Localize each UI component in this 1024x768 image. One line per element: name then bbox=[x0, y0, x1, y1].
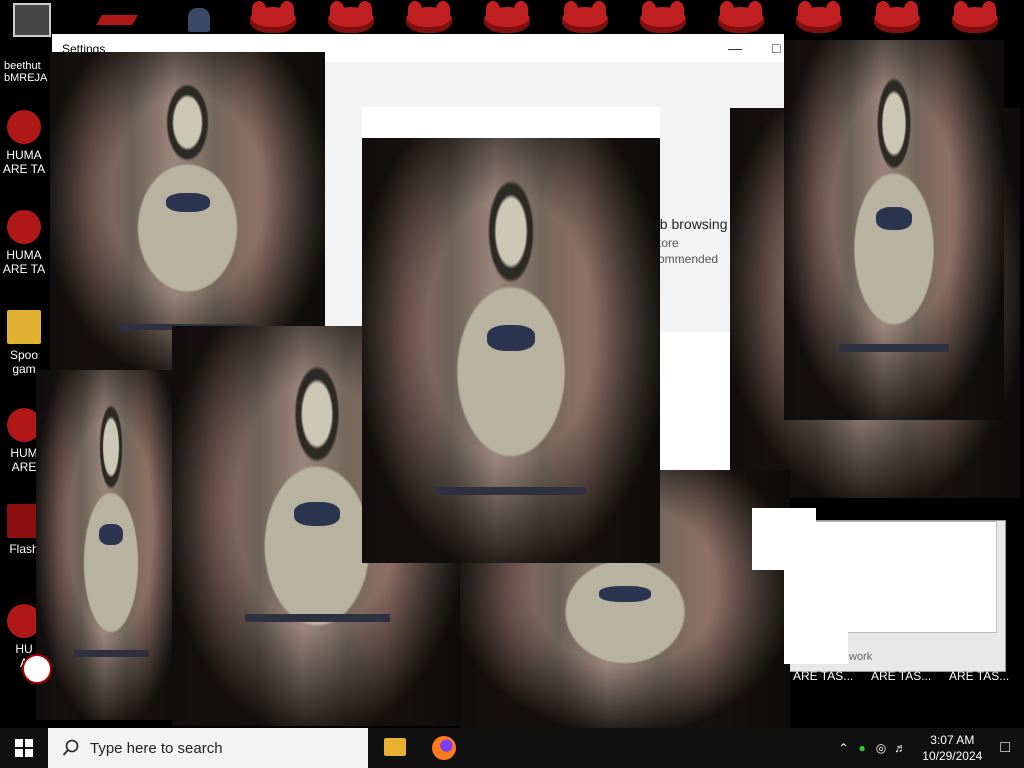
red-head-icon[interactable] bbox=[248, 1, 298, 34]
clock[interactable]: 3:07 AM 10/29/2024 bbox=[922, 732, 982, 764]
blank-window[interactable] bbox=[752, 508, 816, 570]
doll-image bbox=[36, 370, 186, 720]
speaker-icon[interactable]: ♬ bbox=[894, 741, 906, 755]
desktop-label: beethut bMREJA bbox=[4, 60, 48, 84]
file-explorer-icon[interactable] bbox=[384, 738, 406, 756]
windows-icon bbox=[15, 739, 33, 757]
desktop-icon-label[interactable]: ARE TAS... bbox=[793, 669, 853, 683]
maximize-button[interactable]: □ bbox=[772, 40, 780, 56]
app-icon[interactable] bbox=[12, 3, 52, 37]
arrow-icon bbox=[96, 15, 138, 25]
red-arrow-icon[interactable] bbox=[92, 6, 142, 34]
red-head-icon[interactable] bbox=[326, 1, 376, 34]
desktop-icon-label[interactable]: ARE TAS... bbox=[871, 669, 931, 683]
desktop-icon-human[interactable]: HUMA ARE TA bbox=[0, 210, 48, 276]
globe-icon[interactable]: ◎ bbox=[876, 741, 886, 755]
blank-window[interactable] bbox=[784, 570, 848, 664]
desktop-icon-label[interactable]: ARE TAS... bbox=[949, 669, 1009, 683]
red-head-icon bbox=[7, 110, 41, 144]
taskbar: Type here to search ⌃ ● ◎ ♬ 3:07 AM 10/2… bbox=[0, 728, 1024, 768]
doll-image bbox=[50, 52, 325, 372]
doll-image bbox=[362, 138, 660, 563]
firefox-icon[interactable] bbox=[432, 736, 456, 760]
doll-image bbox=[784, 40, 1004, 420]
red-head-icon[interactable] bbox=[950, 1, 1000, 34]
figure-icon bbox=[188, 8, 210, 32]
eye-icon[interactable] bbox=[22, 654, 52, 684]
desktop-icon-label: HUMA ARE TA bbox=[2, 148, 46, 176]
search-icon bbox=[62, 739, 79, 756]
search-box[interactable]: Type here to search bbox=[48, 728, 368, 768]
red-head-icon[interactable] bbox=[638, 1, 688, 34]
clock-date: 10/29/2024 bbox=[922, 749, 983, 763]
notification-icon[interactable]: □ bbox=[1000, 739, 1010, 757]
chevron-up-icon[interactable]: ⌃ bbox=[838, 741, 848, 755]
desktop-icon-spooky-game[interactable]: Spoo gam bbox=[0, 310, 48, 376]
red-head-icon bbox=[7, 210, 41, 244]
red-head-icon[interactable] bbox=[482, 1, 532, 34]
search-placeholder: Type here to search bbox=[90, 739, 223, 757]
red-head-icon[interactable] bbox=[560, 1, 610, 34]
window-app-icon bbox=[13, 3, 51, 37]
network-label: work bbox=[849, 651, 873, 663]
red-head-icon[interactable] bbox=[716, 1, 766, 34]
desktop-icon-human[interactable]: HUMA ARE TA bbox=[0, 110, 48, 176]
system-tray: ⌃ ● ◎ ♬ 3:07 AM 10/29/2024 □ bbox=[838, 728, 1024, 768]
app-tray-icon[interactable]: ● bbox=[859, 741, 866, 755]
red-head-icon[interactable] bbox=[872, 1, 922, 34]
red-head-icon[interactable] bbox=[794, 1, 844, 34]
clock-time: 3:07 AM bbox=[930, 733, 975, 747]
minimize-button[interactable]: — bbox=[728, 40, 742, 56]
desktop-icon-label: HUMA ARE TA bbox=[2, 248, 46, 276]
settings-line-3: commended bbox=[652, 252, 719, 266]
start-button[interactable] bbox=[0, 728, 48, 768]
folder-icon bbox=[7, 310, 41, 344]
image-viewer-titlebar[interactable] bbox=[362, 107, 660, 139]
red-head-icon[interactable] bbox=[404, 1, 454, 34]
robot-icon[interactable] bbox=[174, 6, 224, 34]
settings-line-1: eb browsing bbox=[652, 216, 728, 232]
